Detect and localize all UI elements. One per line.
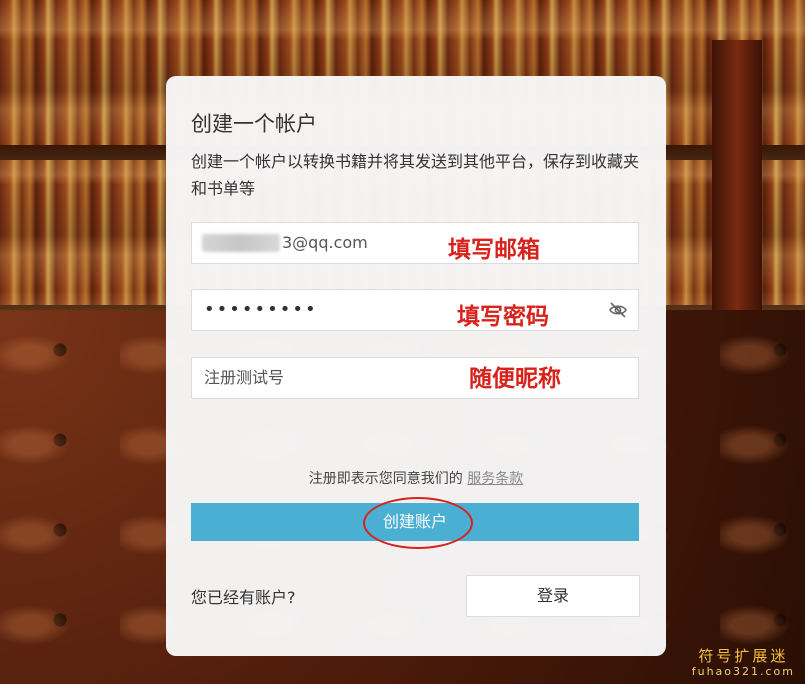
- signup-dialog: 创建一个帐户 创建一个帐户以转换书籍并将其发送到其他平台，保存到收藏夹和书单等 …: [166, 76, 666, 656]
- nickname-annotation: 随便昵称: [469, 366, 561, 392]
- watermark-name: 符号扩展迷: [698, 647, 789, 665]
- email-value: 3@qq.com: [282, 233, 368, 252]
- watermark: 符号扩展迷 fuhao321.com: [692, 648, 795, 680]
- dialog-title: 创建一个帐户: [191, 112, 317, 136]
- carved-pillar: [712, 40, 762, 310]
- redacted-blur: [202, 234, 280, 252]
- password-annotation: 填写密码: [457, 304, 549, 330]
- terms-link[interactable]: 服务条款: [467, 471, 523, 487]
- password-field[interactable]: •••••••••: [191, 289, 639, 331]
- terms-notice: 注册即表示您同意我们的 服务条款: [166, 468, 666, 488]
- create-account-button[interactable]: 创建账户: [191, 503, 639, 541]
- email-field[interactable]: 3@qq.com: [191, 222, 639, 264]
- nickname-field[interactable]: 注册测试号: [191, 357, 639, 399]
- have-account-text: 您已经有账户?: [191, 588, 296, 607]
- login-button[interactable]: 登录: [466, 575, 640, 617]
- nickname-value: 注册测试号: [204, 368, 285, 387]
- watermark-url: fuhao321.com: [691, 665, 795, 678]
- email-annotation: 填写邮箱: [448, 237, 540, 263]
- dialog-subtitle: 创建一个帐户以转换书籍并将其发送到其他平台，保存到收藏夹和书单等: [191, 152, 640, 198]
- password-value: •••••••••: [204, 299, 318, 320]
- terms-text: 注册即表示您同意我们的: [308, 471, 463, 487]
- eye-off-icon[interactable]: [608, 300, 628, 320]
